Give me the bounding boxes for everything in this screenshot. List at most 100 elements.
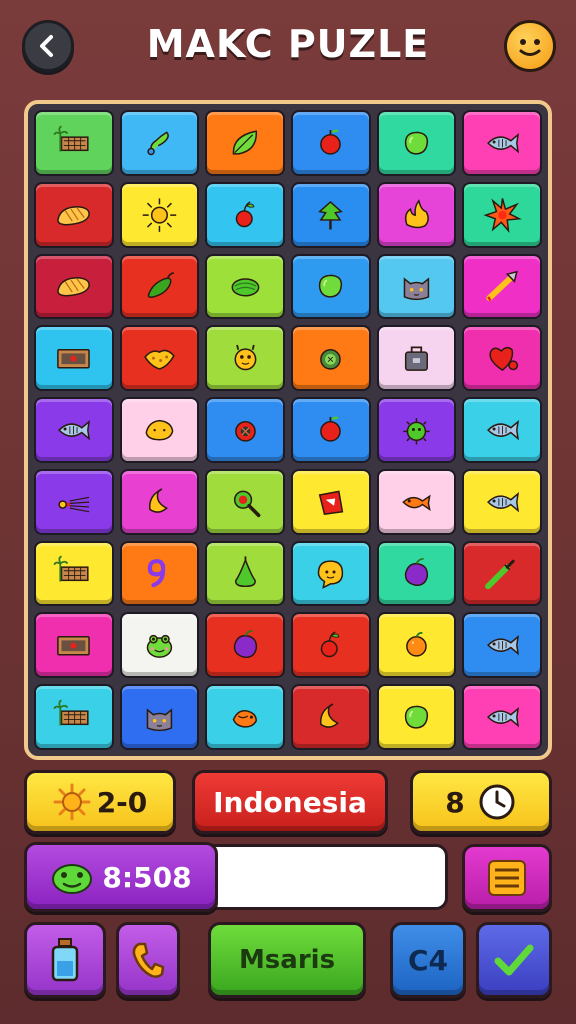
board-tile[interactable] <box>34 540 114 607</box>
board-tile[interactable] <box>205 253 285 320</box>
board-tile[interactable] <box>290 253 371 320</box>
board-tile[interactable] <box>119 468 200 535</box>
melon-icon <box>231 278 260 297</box>
bird-icon <box>232 709 257 728</box>
tree-icon <box>318 200 344 230</box>
seed-drop-icon <box>147 131 169 155</box>
number-nine-icon <box>147 559 166 588</box>
board-tile[interactable] <box>376 540 457 607</box>
star-burst-icon <box>483 197 522 233</box>
board-tile[interactable] <box>462 110 542 176</box>
pastry-icon <box>145 419 174 441</box>
board-tile[interactable] <box>462 612 542 679</box>
board-tile[interactable] <box>290 110 371 176</box>
score-panel: 2-0 <box>24 770 176 834</box>
board-tile[interactable] <box>290 397 371 463</box>
board-tile[interactable] <box>205 397 285 463</box>
board-tile[interactable] <box>119 253 200 320</box>
board-tile[interactable] <box>376 325 457 392</box>
fish-icon <box>486 706 519 728</box>
arrow-feather-icon <box>485 271 518 302</box>
main-action-button[interactable]: Msaris <box>208 922 366 998</box>
palm-fence-icon <box>53 555 89 582</box>
board-tile[interactable] <box>119 397 200 463</box>
sign-board-icon <box>57 636 91 656</box>
board-tile[interactable] <box>205 612 285 679</box>
cherry-icon <box>235 200 255 227</box>
board-tile[interactable] <box>376 110 457 176</box>
board-tile[interactable] <box>34 181 114 248</box>
board-tile[interactable] <box>119 181 200 248</box>
board-tile[interactable] <box>462 468 542 535</box>
board-tile[interactable] <box>119 110 200 176</box>
orange-icon <box>406 632 427 657</box>
board-tile[interactable] <box>462 684 542 750</box>
kiwi-icon <box>320 349 342 370</box>
board-tile[interactable] <box>34 253 114 320</box>
board-tile[interactable] <box>376 612 457 679</box>
board-tile[interactable] <box>290 468 371 535</box>
phone-button[interactable] <box>116 922 180 998</box>
board-tile[interactable] <box>376 253 457 320</box>
board-tile[interactable] <box>290 181 371 248</box>
board-tile[interactable] <box>290 325 371 392</box>
frog-face-icon <box>146 634 173 659</box>
list-icon <box>488 860 526 896</box>
board-tile[interactable] <box>462 253 542 320</box>
board-tile[interactable] <box>119 684 200 750</box>
board-tile[interactable] <box>119 540 200 607</box>
confirm-button[interactable] <box>476 922 552 998</box>
board-tile[interactable] <box>376 181 457 248</box>
board-tile[interactable] <box>205 110 285 176</box>
board-tile[interactable] <box>205 325 285 392</box>
cat-face-icon <box>146 708 173 732</box>
leaf-icon <box>232 130 257 155</box>
board-tile[interactable] <box>34 110 114 176</box>
sign-board-icon <box>57 349 91 369</box>
board-tile[interactable] <box>376 397 457 463</box>
board-tile[interactable] <box>462 181 542 248</box>
bottle-button[interactable] <box>24 922 106 998</box>
phone-icon <box>132 942 165 978</box>
back-button[interactable] <box>22 20 74 72</box>
board-tile[interactable] <box>34 325 114 392</box>
magnifier-icon <box>233 490 261 517</box>
board-tile[interactable] <box>34 397 114 463</box>
timer-panel: 8 <box>410 770 552 834</box>
board-tile[interactable] <box>205 181 285 248</box>
board-tile[interactable] <box>205 468 285 535</box>
count-button[interactable]: C4 <box>390 922 466 998</box>
board-tile[interactable] <box>119 325 200 392</box>
board-tile[interactable] <box>119 612 200 679</box>
smiley-face-icon <box>519 39 541 56</box>
board-tile[interactable] <box>462 325 542 392</box>
board-tile[interactable] <box>462 540 542 607</box>
board-tile[interactable] <box>34 612 114 679</box>
board-tile[interactable] <box>290 612 371 679</box>
board-tile[interactable] <box>205 540 285 607</box>
board-tile[interactable] <box>34 684 114 750</box>
board-tile[interactable] <box>290 684 371 750</box>
heart-berry-icon <box>489 346 518 372</box>
score-value: 2-0 <box>96 785 148 819</box>
bag-icon <box>404 346 429 371</box>
apple-icon <box>320 416 342 442</box>
menu-button[interactable] <box>462 844 552 912</box>
sun-icon <box>142 197 177 232</box>
board-tile[interactable] <box>376 684 457 750</box>
fish-icon <box>486 419 519 441</box>
puzzle-board <box>24 100 552 760</box>
board-tile[interactable] <box>376 468 457 535</box>
bottle-icon <box>51 938 79 982</box>
board-tile[interactable] <box>34 468 114 535</box>
chili-icon <box>147 272 174 299</box>
timer-value: 8 <box>445 785 465 819</box>
board-tile[interactable] <box>462 397 542 463</box>
profile-button[interactable] <box>504 20 556 72</box>
chevron-left-icon <box>40 35 53 57</box>
board-tile[interactable] <box>290 540 371 607</box>
cherry-icon <box>321 631 340 658</box>
board-tile[interactable] <box>205 684 285 750</box>
lime-icon <box>404 131 429 155</box>
fish-icon <box>486 635 519 656</box>
